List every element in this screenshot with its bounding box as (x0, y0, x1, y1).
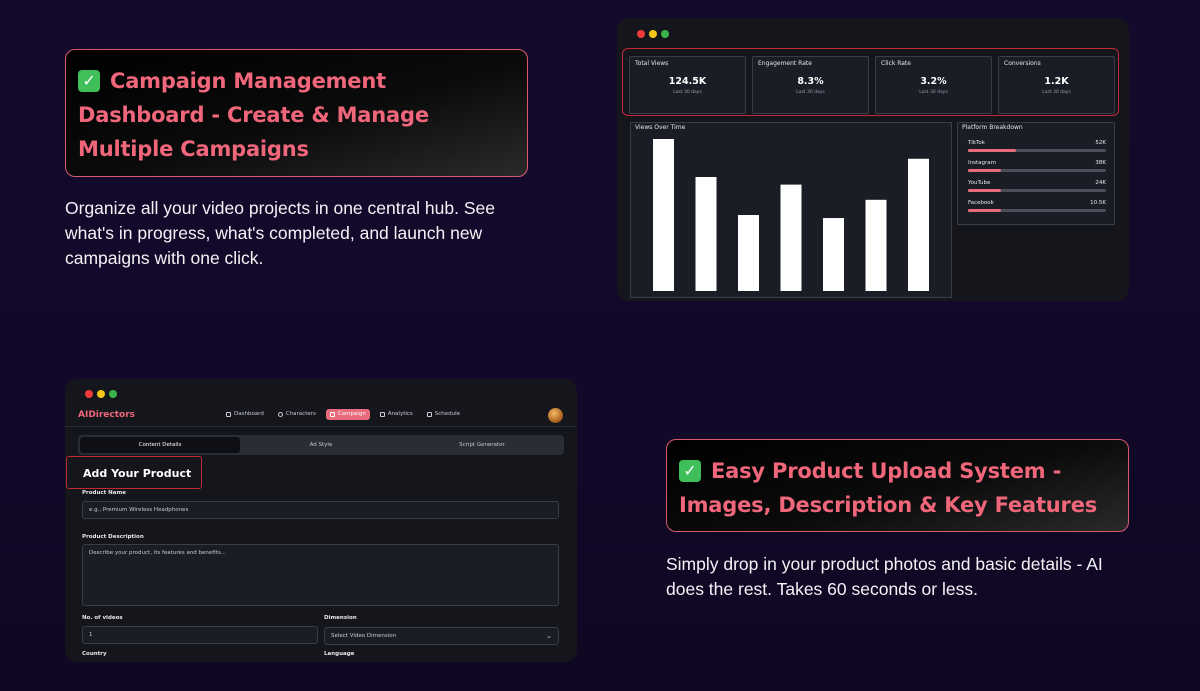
platform-bar-fill (968, 149, 1017, 152)
feature-card-upload: ✓ Easy Product Upload System - Images, De… (666, 439, 1129, 532)
stat-label: Total Views (635, 60, 669, 67)
chart-bar (695, 177, 717, 291)
chart-icon (379, 412, 385, 417)
platform-bar (968, 149, 1106, 152)
nav-characters[interactable]: Characters (274, 409, 320, 420)
product-upload-window: AIDirectors Dashboard Characters Campaig… (65, 379, 577, 662)
stat-label: Engagement Rate (758, 60, 812, 67)
feature-title: ✓ Campaign Management Dashboard - Create … (78, 69, 429, 161)
chart-bar (738, 215, 759, 291)
platform-bar-fill (968, 169, 1002, 172)
videos-count-label: No. of videos (82, 615, 123, 621)
country-label: Country (82, 651, 107, 657)
nav-campaign[interactable]: Campaign (325, 409, 370, 420)
tab-script-generator[interactable]: Script Generator (402, 437, 562, 453)
chart-bar (780, 184, 802, 291)
chart-bar (908, 158, 929, 291)
maximize-dot[interactable] (661, 30, 669, 38)
stat-label: Conversions (1004, 60, 1041, 67)
platform-name: TikTok (968, 140, 985, 146)
product-description-label: Product Description (82, 534, 144, 540)
nav-dashboard[interactable]: Dashboard (222, 409, 268, 420)
checkmark-icon: ✓ (679, 460, 701, 482)
stat-value: 8.3% (797, 76, 824, 87)
nav-schedule[interactable]: Schedule (423, 409, 464, 420)
video-icon (329, 412, 335, 417)
minimize-dot[interactable] (97, 390, 105, 398)
videos-count-input[interactable]: 1 (82, 626, 318, 644)
stat-period: Last 30 days (796, 90, 825, 95)
platform-breakdown-panel: Platform Breakdown TikTok 52K Instagram … (957, 122, 1115, 225)
platform-value: 10.5K (1090, 200, 1106, 206)
dimension-label: Dimension (324, 615, 357, 621)
stat-card: Engagement Rate 8.3% Last 30 days (752, 56, 869, 114)
section-title: Add Your Product (66, 456, 202, 489)
calendar-icon (426, 412, 432, 417)
brand-logo[interactable]: AIDirectors (78, 410, 135, 420)
tab-content-details[interactable]: Content Details (80, 437, 240, 453)
stat-card: Conversions 1.2K Last 30 days (998, 56, 1115, 114)
platform-bar-fill (968, 209, 1002, 212)
platform-value: 24K (1095, 180, 1106, 186)
stat-label: Click Rate (881, 60, 911, 67)
feature-title: ✓ Easy Product Upload System - Images, De… (679, 459, 1098, 517)
product-description-textarea[interactable]: Describe your product, its features and … (82, 544, 559, 606)
platform-name: Facebook (968, 200, 994, 206)
analytics-window: Total Views 124.5K Last 30 days Engageme… (617, 18, 1129, 301)
language-label: Language (324, 651, 355, 657)
stat-value: 124.5K (668, 76, 707, 87)
stat-value: 1.2K (1044, 76, 1069, 87)
feature-description: Organize all your video projects in one … (65, 198, 495, 268)
user-avatar[interactable] (548, 408, 563, 423)
stats-row: Total Views 124.5K Last 30 days Engageme… (622, 48, 1119, 116)
nav-analytics[interactable]: Analytics (376, 409, 417, 420)
product-name-label: Product Name (82, 490, 126, 496)
minimize-dot[interactable] (649, 30, 657, 38)
window-controls (637, 30, 669, 38)
maximize-dot[interactable] (109, 390, 117, 398)
stat-card: Click Rate 3.2% Last 30 days (875, 56, 992, 114)
platform-value: 38K (1095, 160, 1106, 166)
close-dot[interactable] (85, 390, 93, 398)
stat-period: Last 30 days (673, 90, 702, 95)
platform-value: 52K (1095, 140, 1106, 146)
dimension-value: Select Video Dimension (331, 633, 397, 639)
views-chart (653, 139, 929, 291)
grid-icon (226, 412, 231, 417)
feature-card-campaign: ✓ Campaign Management Dashboard - Create … (65, 49, 528, 177)
form-tabs: Content Details Ad Style Script Generato… (78, 435, 564, 455)
chart-bar (865, 199, 887, 291)
product-name-input[interactable]: e.g., Premium Wireless Headphones (82, 501, 559, 519)
platform-name: YouTube (968, 180, 991, 186)
close-dot[interactable] (637, 30, 645, 38)
stat-period: Last 30 days (1042, 90, 1071, 95)
top-nav: AIDirectors Dashboard Characters Campaig… (65, 403, 577, 427)
window-controls (85, 390, 117, 398)
platform-bar-fill (968, 189, 1002, 192)
nav-menu: Dashboard Characters Campaign Analytics … (222, 409, 464, 420)
chevron-down-icon: ⌄ (546, 632, 552, 640)
tab-ad-style[interactable]: Ad Style (241, 437, 401, 453)
checkmark-icon: ✓ (78, 70, 100, 92)
chart-bar (823, 218, 844, 291)
feature-description: Simply drop in your product photos and b… (666, 554, 1103, 599)
dimension-select[interactable]: Select Video Dimension ⌄ (324, 627, 559, 645)
chart-bar (653, 139, 674, 291)
platform-name: Instagram (968, 160, 996, 166)
users-icon (277, 412, 283, 417)
stat-period: Last 30 days (919, 90, 948, 95)
platform-bar (968, 169, 1106, 172)
platform-bar (968, 209, 1106, 212)
platform-title: Platform Breakdown (962, 124, 1023, 131)
platform-bar (968, 189, 1106, 192)
stat-card: Total Views 124.5K Last 30 days (629, 56, 746, 114)
views-chart-panel: Views Over Time (630, 122, 952, 298)
stat-value: 3.2% (920, 76, 947, 87)
